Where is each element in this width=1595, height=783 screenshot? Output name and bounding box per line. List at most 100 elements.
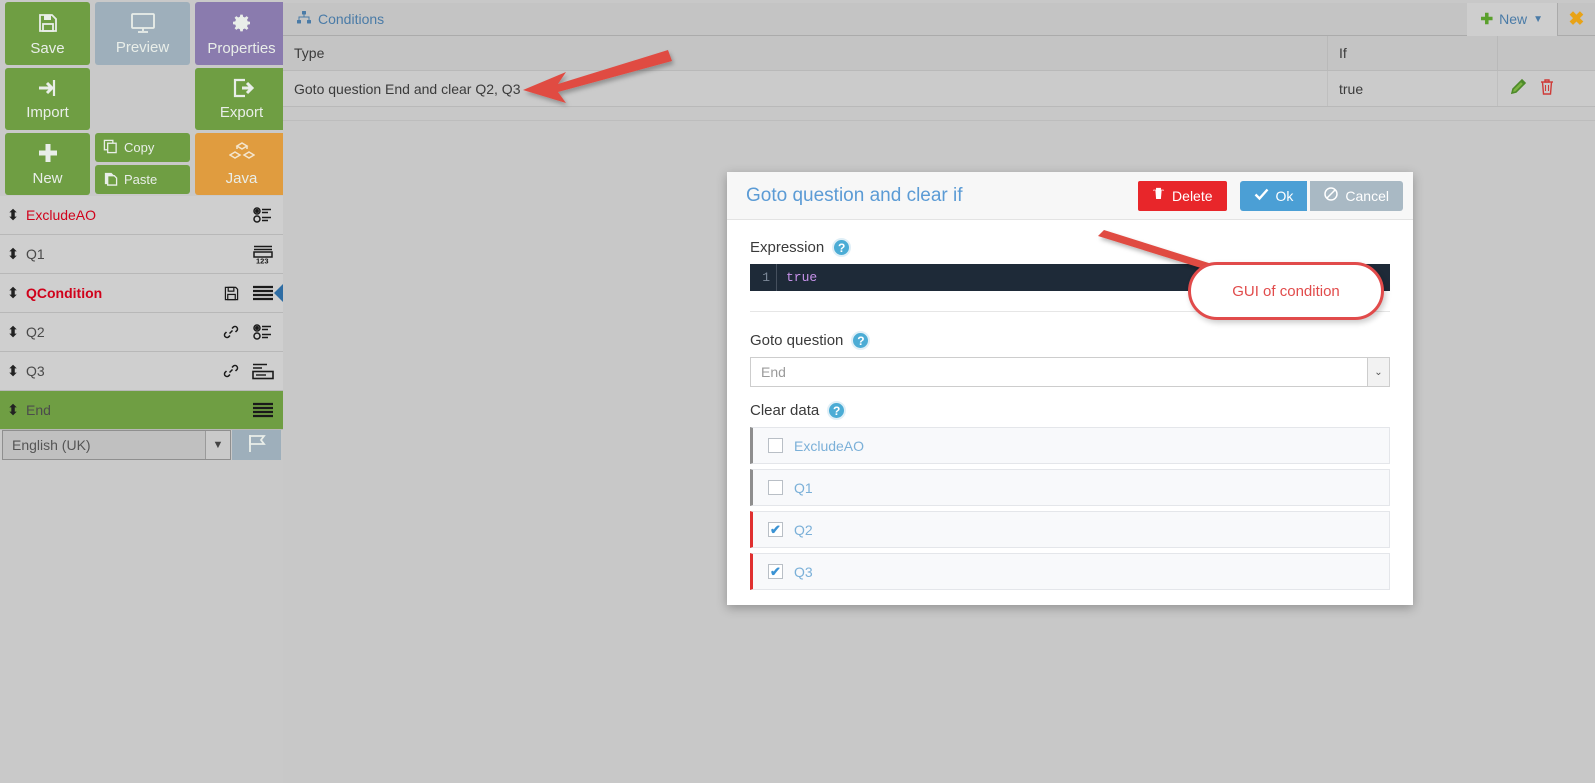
save-small-icon[interactable] [220,282,242,304]
delete-button[interactable]: Delete [1138,180,1227,211]
cell-type: Goto question End and clear Q2, Q3 [283,71,1328,106]
chevron-down-icon[interactable]: ⌄ [1367,358,1389,386]
tab-conditions[interactable]: Conditions [283,3,398,36]
plus-icon: ✚ [1480,11,1494,28]
link-icon[interactable] [220,321,242,343]
new-question-button[interactable]: New [5,133,90,195]
drag-handle-icon[interactable]: ⬍ [0,206,26,224]
copy-label: Copy [124,140,155,155]
language-bar: English (UK) ▼ [0,428,283,462]
expression-code-editor[interactable]: 1 true [750,264,1390,291]
copy-button[interactable]: Copy [95,133,190,162]
clear-data-item-excludeao[interactable]: ExcludeAO [750,427,1390,464]
question-row-excludeao[interactable]: ⬍ ExcludeAO [0,196,283,235]
export-button[interactable]: Export [195,68,288,130]
help-icon[interactable]: ? [832,238,852,257]
clear-data-item-q1[interactable]: Q1 [750,469,1390,506]
column-header-type: Type [283,36,1328,70]
text-field-icon[interactable] [252,360,274,382]
sitemap-icon [297,11,311,27]
new-condition-button[interactable]: ✚ New ▼ [1466,2,1557,36]
close-icon[interactable]: ✖ [1557,2,1595,36]
delete-trash-icon[interactable] [1539,78,1555,100]
radio-list-icon[interactable] [252,204,274,226]
text-lines-icon[interactable] [252,282,274,304]
question-icons [252,204,283,226]
clear-data-item-label: Q1 [794,479,813,496]
clear-data-list: ExcludeAO Q1 ✔ Q2 ✔ Q3 [750,427,1390,590]
language-value: English (UK) [12,437,91,453]
import-arrow-icon [36,77,60,102]
chevron-down-icon[interactable]: ▼ [205,431,230,459]
code-content[interactable]: true [777,270,817,285]
column-header-actions [1498,36,1595,70]
question-icons: 123 [252,243,283,265]
cancel-button[interactable]: Cancel [1310,180,1403,211]
conditions-table: Type If Goto question End and clear Q2, … [283,36,1595,121]
section-divider [750,311,1390,312]
svg-text:123: 123 [256,257,269,265]
question-label: Q3 [26,363,45,379]
drag-handle-icon[interactable]: ⬍ [0,401,26,419]
text-lines-icon[interactable] [252,399,274,421]
table-header-row: Type If [283,36,1595,71]
goto-question-label-row: Goto question ? [750,331,1390,350]
clear-data-item-q3[interactable]: ✔ Q3 [750,553,1390,590]
tab-strip-actions: ✚ New ▼ ✖ [1466,2,1595,36]
properties-button[interactable]: Properties [195,2,288,65]
chevron-down-icon[interactable]: ▼ [1533,14,1543,25]
cancel-button-label: Cancel [1345,187,1389,204]
plus-icon [36,141,60,168]
cell-actions [1498,71,1595,106]
clear-data-item-label: ExcludeAO [794,437,865,454]
flag-button[interactable] [232,430,281,460]
left-panel: Save Preview Properties Import Export Ne… [0,0,288,783]
question-icons [220,360,283,382]
check-icon [1254,188,1269,204]
preview-button[interactable]: Preview [95,2,190,65]
goto-question-label: Goto question [750,332,844,349]
table-row[interactable]: Goto question End and clear Q2, Q3 true [283,71,1595,107]
help-icon[interactable]: ? [851,331,871,350]
radio-list-icon[interactable] [252,321,274,343]
question-row-q3[interactable]: ⬍ Q3 [0,352,283,391]
clear-data-item-q2[interactable]: ✔ Q2 [750,511,1390,548]
checkbox[interactable] [768,480,783,495]
question-row-qcondition[interactable]: ⬍ QCondition [0,274,285,313]
checkbox-checked[interactable]: ✔ [768,522,783,537]
drag-handle-icon[interactable]: ⬍ [0,284,26,302]
import-label: Import [26,104,69,121]
app-root: Save Preview Properties Import Export Ne… [0,0,1595,783]
number-input-icon[interactable]: 123 [252,243,274,265]
help-icon[interactable]: ? [827,401,847,420]
edit-pencil-icon[interactable] [1510,78,1527,100]
java-button[interactable]: Java [195,133,288,195]
ok-button[interactable]: Ok [1239,180,1308,211]
drag-handle-icon[interactable]: ⬍ [0,245,26,263]
goto-question-select[interactable]: End ⌄ [750,357,1390,387]
code-line-number: 1 [750,264,777,291]
toolbar: Save Preview Properties Import Export Ne… [5,2,288,195]
dialog-header: Goto question and clear if Delete Ok Can… [727,172,1413,220]
question-row-q2[interactable]: ⬍ Q2 [0,313,283,352]
question-label: Q1 [26,246,45,262]
question-row-q1[interactable]: ⬍ Q1 123 [0,235,283,274]
save-button[interactable]: Save [5,2,90,65]
dialog-title: Goto question and clear if [746,184,963,206]
condition-dialog: Goto question and clear if Delete Ok Can… [727,172,1413,605]
import-button[interactable]: Import [5,68,90,130]
question-row-end[interactable]: ⬍ End [0,391,283,430]
drag-handle-icon[interactable]: ⬍ [0,362,26,380]
question-icons [220,321,283,343]
checkbox-checked[interactable]: ✔ [768,564,783,579]
drag-handle-icon[interactable]: ⬍ [0,323,26,341]
checkbox[interactable] [768,438,783,453]
paste-button[interactable]: Paste [95,165,190,194]
new-button-label: New [1499,11,1528,27]
new-label: New [32,170,63,187]
link-icon[interactable] [220,360,242,382]
goto-question-value: End [761,364,786,380]
delete-button-label: Delete [1172,187,1213,204]
flag-icon [246,433,268,458]
language-select[interactable]: English (UK) ▼ [2,430,231,460]
